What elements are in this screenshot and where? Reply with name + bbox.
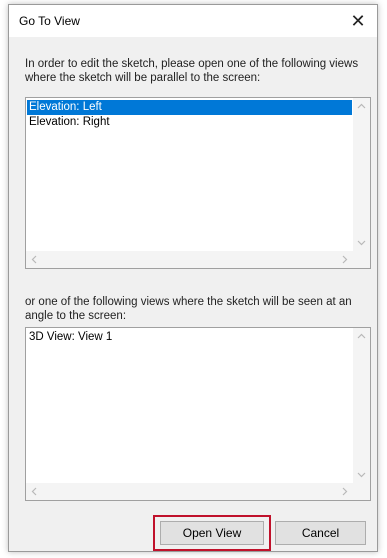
list-item-elevation-left[interactable]: Elevation: Left	[27, 100, 352, 115]
chevron-left-icon[interactable]	[26, 483, 43, 500]
open-view-button[interactable]: Open View	[160, 521, 264, 545]
chevron-down-icon[interactable]	[353, 234, 370, 251]
horizontal-scrollbar[interactable]	[26, 483, 353, 500]
chevron-up-icon[interactable]	[353, 98, 370, 115]
chevron-right-icon[interactable]	[336, 483, 353, 500]
angle-views-prompt: or one of the following views where the …	[25, 296, 352, 322]
chevron-left-icon[interactable]	[26, 251, 43, 268]
list-item-elevation-right[interactable]: Elevation: Right	[27, 115, 352, 130]
dialog-title: Go To View	[19, 14, 80, 28]
parallel-views-list[interactable]: Elevation: Left Elevation: Right	[25, 97, 371, 269]
horizontal-scrollbar[interactable]	[26, 251, 353, 268]
angle-views-list[interactable]: 3D View: View 1	[25, 327, 371, 501]
chevron-down-icon[interactable]	[353, 466, 370, 483]
chevron-right-icon[interactable]	[336, 251, 353, 268]
go-to-view-dialog: Go To View ✕ In order to edit the sketch…	[8, 4, 378, 552]
parallel-views-prompt: In order to edit the sketch, please open…	[25, 58, 359, 84]
scrollbar-corner	[353, 251, 370, 268]
cancel-button[interactable]: Cancel	[275, 521, 366, 545]
title-bar: Go To View ✕	[9, 5, 377, 37]
vertical-scrollbar[interactable]	[353, 98, 370, 251]
scrollbar-corner	[353, 483, 370, 500]
vertical-scrollbar[interactable]	[353, 328, 370, 483]
list-item-3d-view-1[interactable]: 3D View: View 1	[27, 330, 352, 345]
close-icon[interactable]: ✕	[345, 8, 371, 34]
chevron-up-icon[interactable]	[353, 328, 370, 345]
